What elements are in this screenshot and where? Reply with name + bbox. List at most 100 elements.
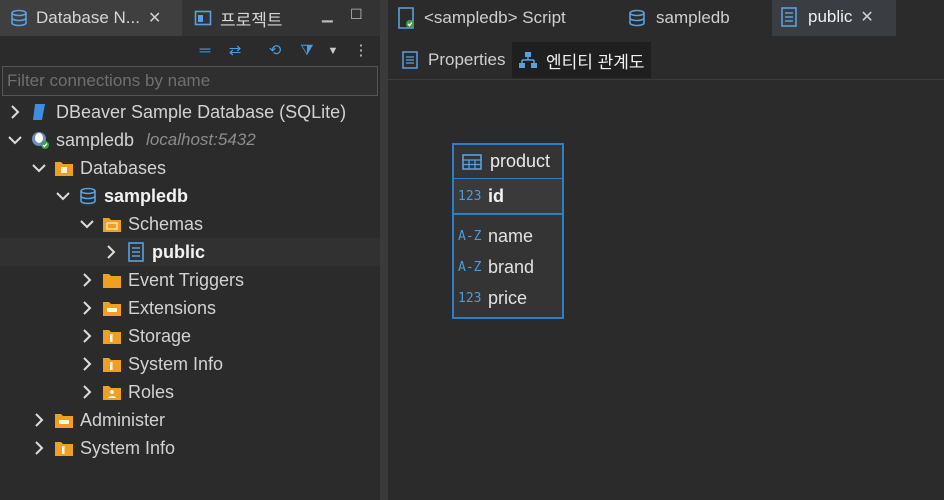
tree-item-sqlite-sample[interactable]: DBeaver Sample Database (SQLite) xyxy=(0,98,380,126)
entity-attribute[interactable]: 123 price xyxy=(454,283,562,314)
projects-icon xyxy=(192,7,214,29)
new-connection-icon[interactable]: ⟲ xyxy=(264,40,286,62)
tree-item-storage[interactable]: Storage xyxy=(0,322,380,350)
tree-item-label: public xyxy=(152,241,205,262)
tab-projects[interactable]: 프로젝트 xyxy=(186,0,306,36)
close-icon[interactable]: ✕ xyxy=(860,7,873,27)
subtab-label: 엔티티 관계도 xyxy=(546,52,645,72)
folder-icon xyxy=(102,214,122,234)
tab-label: sampledb xyxy=(656,8,730,27)
chevron-right-icon[interactable] xyxy=(8,105,22,119)
tab-label: 프로젝트 xyxy=(220,10,283,30)
tab-public[interactable]: public ✕ xyxy=(772,0,896,36)
entity-header: product xyxy=(454,145,562,179)
tree-item-label: System Info xyxy=(80,437,176,458)
tree-item-schemas[interactable]: Schemas xyxy=(0,210,380,238)
tree-item-sampledb-connection[interactable]: sampledb localhost:5432 xyxy=(0,126,380,154)
editor-tabbar: <sampledb> Script sampledb public ✕ xyxy=(388,0,944,36)
folder-icon xyxy=(102,382,122,402)
chevron-right-icon[interactable] xyxy=(80,329,94,343)
tab-sql-script[interactable]: <sampledb> Script xyxy=(388,0,574,36)
tab-label: public xyxy=(808,7,853,26)
entity-attribute[interactable]: A-Z brand xyxy=(454,252,562,283)
tree-item-label: Extensions xyxy=(128,297,217,318)
attribute-name: name xyxy=(488,226,534,246)
tree-item-databases[interactable]: Databases xyxy=(0,154,380,182)
properties-icon xyxy=(402,50,422,70)
filter-connection-icon[interactable]: ⧩ xyxy=(296,40,318,62)
database-icon xyxy=(78,186,98,206)
folder-icon xyxy=(102,270,122,290)
chevron-right-icon[interactable] xyxy=(80,357,94,371)
folder-icon xyxy=(54,438,74,458)
tree-item-label: System Info xyxy=(128,353,224,374)
maximize-icon[interactable]: ☐ xyxy=(350,6,368,24)
filter-connections-input[interactable]: Filter connections by name xyxy=(2,66,378,96)
chevron-down-icon[interactable] xyxy=(32,161,46,175)
tab-database-navigator[interactable]: Database N... ✕ xyxy=(0,0,182,36)
folder-icon xyxy=(54,410,74,430)
chevron-right-icon[interactable] xyxy=(80,273,94,287)
chevron-down-icon[interactable] xyxy=(8,133,22,147)
tree-item-label: Roles xyxy=(128,381,175,402)
schema-icon xyxy=(780,6,802,28)
tree-item-label: Storage xyxy=(128,325,192,346)
entity-product[interactable]: product 123 id A-Z name A-Z brand 123 pr… xyxy=(452,143,564,319)
er-diagram-canvas[interactable]: product 123 id A-Z name A-Z brand 123 pr… xyxy=(388,81,944,500)
attribute-name: price xyxy=(488,288,528,308)
tree-item-roles[interactable]: Roles xyxy=(0,378,380,406)
sql-script-icon xyxy=(396,7,418,29)
tree-item-administer[interactable]: Administer xyxy=(0,406,380,434)
folder-icon xyxy=(102,354,122,374)
er-diagram-icon xyxy=(518,49,540,71)
navigator-toolbar: ═ ⇄ ⟲ ⧩ ▼ ⋮ xyxy=(0,36,380,66)
string-type-icon: A-Z xyxy=(458,229,482,244)
tab-sampledb[interactable]: sampledb xyxy=(620,0,738,36)
entity-primary-key[interactable]: 123 id xyxy=(454,179,562,215)
left-tabbar: Database N... ✕ 프로젝트 ▁ ☐ xyxy=(0,0,380,36)
tree-item-system-info[interactable]: System Info xyxy=(0,350,380,378)
tree-item-public-schema[interactable]: public xyxy=(0,238,380,266)
database-navigator-panel: Database N... ✕ 프로젝트 ▁ ☐ ═ ⇄ ⟲ ⧩ ▼ ⋮ Fil… xyxy=(0,0,380,500)
tree-item-label: Event Triggers xyxy=(128,269,245,290)
attribute-name: brand xyxy=(488,257,535,277)
chevron-down-icon[interactable] xyxy=(56,189,70,203)
tree-item-label: Databases xyxy=(80,157,167,178)
subtab-label: Properties xyxy=(428,50,506,69)
link-editor-icon[interactable]: ⇄ xyxy=(224,40,246,62)
chevron-down-icon[interactable] xyxy=(80,217,94,231)
collapse-all-icon[interactable]: ═ xyxy=(194,40,216,62)
more-options-icon[interactable]: ⋮ xyxy=(350,40,372,62)
subtab-er-diagram[interactable]: 엔티티 관계도 xyxy=(512,42,651,78)
entity-name: product xyxy=(490,151,551,171)
close-icon[interactable]: ✕ xyxy=(148,8,161,28)
folder-icon xyxy=(102,326,122,346)
string-type-icon: A-Z xyxy=(458,260,482,275)
panel-splitter[interactable] xyxy=(380,0,388,500)
connection-host: localhost:5432 xyxy=(146,130,256,149)
postgres-icon xyxy=(30,130,50,150)
folder-icon xyxy=(102,298,122,318)
chevron-right-icon[interactable] xyxy=(80,301,94,315)
minimize-icon[interactable]: ▁ xyxy=(322,6,340,24)
tree-item-label: Administer xyxy=(80,409,166,430)
tree-item-extensions[interactable]: Extensions xyxy=(0,294,380,322)
chevron-right-icon[interactable] xyxy=(80,385,94,399)
dropdown-icon[interactable]: ▼ xyxy=(322,40,344,62)
schema-icon xyxy=(126,242,146,262)
tab-label: <sampledb> Script xyxy=(424,8,566,27)
chevron-right-icon[interactable] xyxy=(32,441,46,455)
numeric-type-icon: 123 xyxy=(458,188,482,204)
tree-item-label: DBeaver Sample Database (SQLite) xyxy=(56,101,347,122)
database-icon xyxy=(628,7,650,29)
numeric-type-icon: 123 xyxy=(458,291,482,306)
entity-attribute[interactable]: A-Z name xyxy=(454,221,562,252)
tree-item-label: sampledb xyxy=(56,129,135,150)
chevron-right-icon[interactable] xyxy=(32,413,46,427)
subtab-properties[interactable]: Properties xyxy=(396,42,511,78)
tree-item-sampledb-database[interactable]: sampledb xyxy=(0,182,380,210)
chevron-right-icon[interactable] xyxy=(104,245,118,259)
tree-item-event-triggers[interactable]: Event Triggers xyxy=(0,266,380,294)
tree-item-system-info-root[interactable]: System Info xyxy=(0,434,380,462)
tree-item-label: sampledb xyxy=(104,185,189,206)
